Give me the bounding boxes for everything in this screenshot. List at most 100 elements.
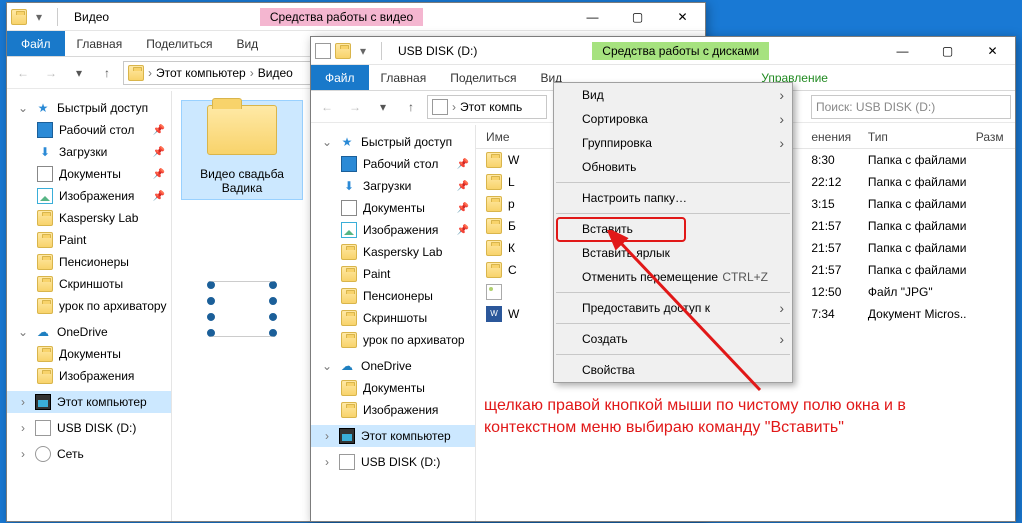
menu-customize[interactable]: Настроить папку… [554,186,792,210]
nav-pensioners[interactable]: Пенсионеры [7,251,171,273]
nav-this-pc[interactable]: ›Этот компьютер [7,391,171,413]
up-button[interactable]: ↑ [399,95,423,119]
recent-dropdown[interactable]: ▾ [371,95,395,119]
cell-type: Папка с файлами [858,241,966,255]
nav-kaspersky[interactable]: Kaspersky Lab [311,241,475,263]
nav-usb[interactable]: ›USB DISK (D:) [311,451,475,473]
menu-properties[interactable]: Свойства [554,358,792,382]
cell-name: L [508,175,515,189]
close-button[interactable]: ✕ [660,3,705,31]
context-menu[interactable]: Вид Сортировка Группировка Обновить Наст… [553,82,793,383]
qat-arrow-icon[interactable]: ▾ [31,9,47,25]
titlebar[interactable]: ▾ USB DISK (D:) Средства работы с дискам… [311,37,1015,65]
tab-share[interactable]: Поделиться [134,31,224,56]
nav-documents[interactable]: Документы📌 [311,197,475,219]
nav-pictures[interactable]: Изображения📌 [7,185,171,207]
crumb-thispc[interactable]: Этот компь [460,100,522,114]
col-date[interactable]: енения [801,130,858,144]
nav-network[interactable]: ›Сеть [7,443,171,465]
nav-label: Документы [59,347,121,361]
minimize-button[interactable]: — [880,37,925,65]
close-button[interactable]: ✕ [970,37,1015,65]
nav-quick-access[interactable]: ⌄★Быстрый доступ [311,131,475,153]
minimize-button[interactable]: — [570,3,615,31]
forward-button[interactable]: → [39,61,63,85]
chevron-right-icon[interactable]: › [148,66,152,80]
nav-pane[interactable]: ⌄★Быстрый доступ Рабочий стол📌 ⬇Загрузки… [7,91,172,521]
nav-screenshots[interactable]: Скриншоты [7,273,171,295]
nav-pane[interactable]: ⌄★Быстрый доступ Рабочий стол📌 ⬇Загрузки… [311,125,476,521]
nav-downloads[interactable]: ⬇Загрузки📌 [7,141,171,163]
titlebar[interactable]: ▾ Видео Средства работы с видео — ▢ ✕ [7,3,705,31]
mi-label: Вставить ярлык [582,246,670,260]
menu-share-access[interactable]: Предоставить доступ к [554,296,792,320]
forward-button[interactable]: → [343,95,367,119]
menu-view[interactable]: Вид [554,83,792,107]
folder-item-selected[interactable]: Видео свадьба Вадика [182,101,302,199]
video-thumbnail[interactable] [182,281,302,337]
nav-this-pc[interactable]: ›Этот компьютер [311,425,475,447]
menu-group[interactable]: Группировка [554,131,792,155]
nav-usb[interactable]: ›USB DISK (D:) [7,417,171,439]
nav-kaspersky[interactable]: Kaspersky Lab [7,207,171,229]
chevron-right-icon[interactable]: › [452,100,456,114]
nav-desktop[interactable]: Рабочий стол📌 [311,153,475,175]
nav-downloads[interactable]: ⬇Загрузки📌 [311,175,475,197]
back-button[interactable]: ← [315,95,339,119]
menu-paste[interactable]: Вставить [554,217,792,241]
nav-onedrive-docs[interactable]: Документы [7,343,171,365]
cell-date: 21:57 [801,241,858,255]
crumb-current[interactable]: Видео [258,66,293,80]
recent-dropdown[interactable]: ▾ [67,61,91,85]
nav-onedrive-docs[interactable]: Документы [311,377,475,399]
tab-file[interactable]: Файл [7,31,65,56]
nav-label: OneDrive [57,325,108,339]
nav-label: Изображения [363,403,438,417]
contextual-tab-label: Средства работы с дисками [592,42,769,60]
qat-arrow-icon[interactable]: ▾ [355,43,371,59]
chevron-right-icon[interactable]: › [250,66,254,80]
folder-icon [37,346,53,362]
menu-new[interactable]: Создать [554,327,792,351]
menu-undo-move[interactable]: Отменить перемещениеCTRL+Z [554,265,792,289]
maximize-button[interactable]: ▢ [925,37,970,65]
back-button[interactable]: ← [11,61,35,85]
nav-onedrive-pics[interactable]: Изображения [311,399,475,421]
nav-label: урок по архиватор [363,333,465,347]
nav-desktop[interactable]: Рабочий стол📌 [7,119,171,141]
nav-screenshots[interactable]: Скриншоты [311,307,475,329]
nav-paint[interactable]: Paint [7,229,171,251]
nav-onedrive-pics[interactable]: Изображения [7,365,171,387]
pictures-icon [37,188,53,204]
cell-date: 3:15 [801,197,858,211]
tab-file[interactable]: Файл [311,65,369,90]
nav-onedrive[interactable]: ⌄☁OneDrive [7,321,171,343]
col-size[interactable]: Разм [966,130,1015,144]
tab-home[interactable]: Главная [369,65,439,90]
nav-onedrive[interactable]: ⌄☁OneDrive [311,355,475,377]
menu-sort[interactable]: Сортировка [554,107,792,131]
up-button[interactable]: ↑ [95,61,119,85]
pin-icon: 📌 [457,159,469,170]
nav-documents[interactable]: Документы📌 [7,163,171,185]
nav-paint[interactable]: Paint [311,263,475,285]
col-type[interactable]: Тип [858,130,966,144]
nav-pictures[interactable]: Изображения📌 [311,219,475,241]
menu-paste-shortcut[interactable]: Вставить ярлык [554,241,792,265]
folder-icon [341,266,357,282]
nav-quick-access[interactable]: ⌄★Быстрый доступ [7,97,171,119]
tab-home[interactable]: Главная [65,31,135,56]
nav-archlesson[interactable]: урок по архиватор [311,329,475,351]
search-input[interactable]: Поиск: USB DISK (D:) [811,95,1011,119]
maximize-button[interactable]: ▢ [615,3,660,31]
crumb-thispc[interactable]: Этот компьютер [156,66,246,80]
mi-label: Вид [582,88,604,102]
nav-archlesson[interactable]: урок по архиватору [7,295,171,317]
menu-refresh[interactable]: Обновить [554,155,792,179]
nav-pensioners[interactable]: Пенсионеры [311,285,475,307]
tab-view[interactable]: Вид [224,31,270,56]
tab-share[interactable]: Поделиться [438,65,528,90]
cell-date: 21:57 [801,219,858,233]
nav-label: OneDrive [361,359,412,373]
breadcrumb[interactable]: › Этот компь [427,95,547,119]
